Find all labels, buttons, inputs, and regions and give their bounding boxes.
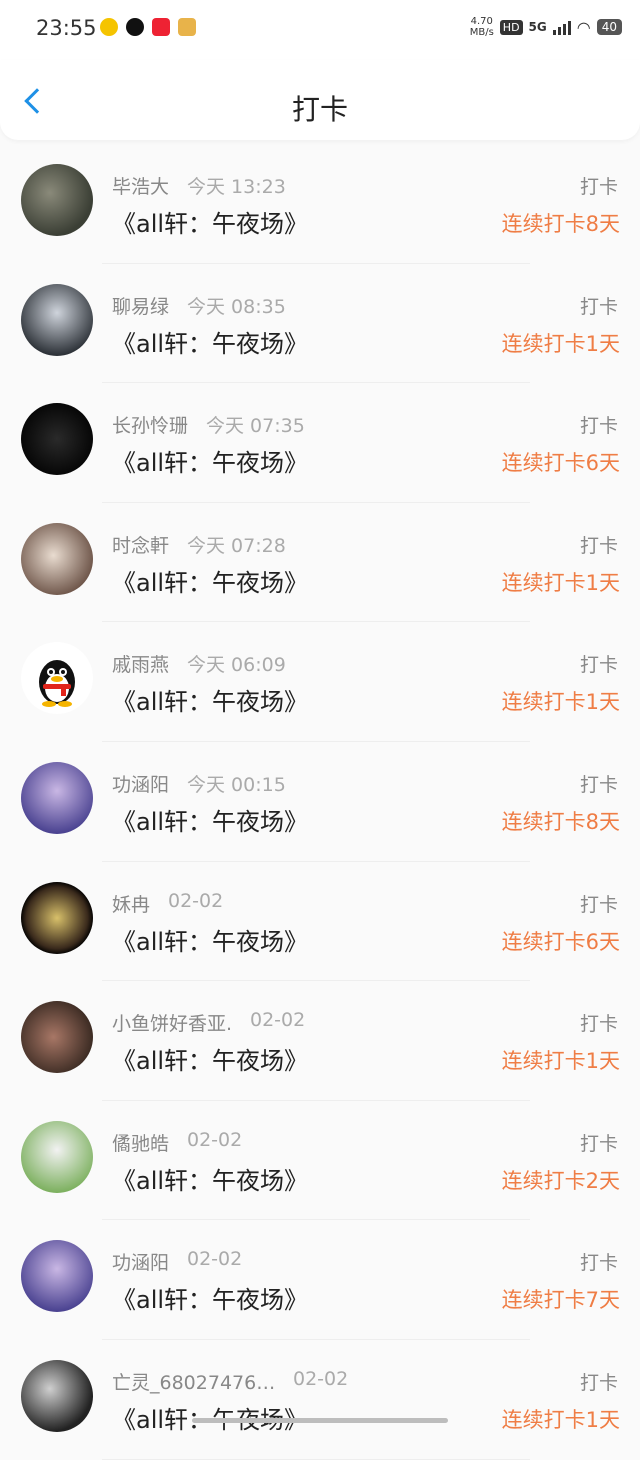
user-name: 功涵阳 (112, 773, 170, 796)
streak-count: 连续打卡1天 (501, 1049, 620, 1074)
qq-notification-icon (126, 18, 144, 36)
streak-count: 连续打卡8天 (501, 212, 620, 236)
book-title: 《all轩：午夜场》 (112, 210, 309, 238)
checkin-label: 打卡 (579, 773, 618, 796)
notification-icons (100, 18, 196, 36)
app-notification-icon (152, 18, 170, 36)
avatar[interactable] (21, 1240, 93, 1313)
user-name: 小鱼饼好香亚. (112, 1013, 233, 1036)
user-name: 时念軒 (112, 534, 170, 557)
checkin-time: 今天 07:35 (206, 415, 305, 438)
checkin-time: 今天 13:23 (187, 176, 286, 198)
list-item[interactable]: 功涵阳 02-02 《all轩：午夜场》 打卡连续打卡7天 (0, 1220, 640, 1340)
user-name: 毕浩大 (112, 176, 170, 198)
streak-count: 连续打卡8天 (501, 809, 620, 834)
user-name: 僪驰皓 (112, 1132, 170, 1155)
list-item[interactable]: 聊易绿 今天 08:35 《all轩：午夜场》 打卡连续打卡1天 (0, 264, 640, 384)
list-item[interactable]: 长孙怜珊 今天 07:35 《all轩：午夜场》 打卡连续打卡6天 (0, 383, 640, 503)
qq-penguin-icon (39, 660, 75, 708)
streak-count: 连续打卡7天 (501, 1288, 620, 1313)
system-indicators: 4.70 MB/s HD 5G ◠ 40 (470, 16, 622, 38)
checkin-label: 打卡 (579, 415, 618, 438)
checkin-label: 打卡 (579, 893, 618, 916)
streak-count: 连续打卡1天 (501, 690, 620, 715)
checkin-label: 打卡 (579, 176, 618, 198)
list-item[interactable]: 功涵阳 今天 00:15 《all轩：午夜场》 打卡连续打卡8天 (0, 742, 640, 862)
avatar[interactable] (21, 1120, 93, 1193)
checkin-label: 打卡 (579, 1132, 618, 1155)
checkin-time: 今天 07:28 (187, 534, 286, 557)
checkin-time: 今天 08:35 (187, 295, 286, 318)
avatar[interactable] (21, 164, 93, 236)
book-title: 《all轩：午夜场》 (112, 1166, 309, 1195)
book-title: 《all轩：午夜场》 (112, 1286, 309, 1315)
streak-count: 连续打卡6天 (501, 451, 620, 476)
book-title: 《all轩：午夜场》 (112, 1047, 309, 1076)
streak-count: 连续打卡1天 (501, 1407, 620, 1432)
avatar[interactable] (21, 1001, 93, 1074)
streak-count: 连续打卡1天 (501, 331, 620, 356)
streak-count: 连续打卡1天 (501, 570, 620, 595)
avatar[interactable] (21, 642, 93, 715)
user-name: 长孙怜珊 (112, 415, 189, 438)
book-title: 《all轩：午夜场》 (112, 807, 309, 836)
checkin-time: 02-02 (293, 1367, 349, 1390)
checkin-time: 02-02 (250, 1009, 306, 1032)
list-item[interactable]: 姀冉 02-02 《all轩：午夜场》 打卡连续打卡6天 (0, 862, 640, 982)
checkin-label: 打卡 (579, 1371, 618, 1394)
status-time: 23:55 (36, 16, 97, 40)
avatar[interactable] (21, 1359, 93, 1432)
list-item[interactable]: 僪驰皓 02-02 《all轩：午夜场》 打卡连续打卡2天 (0, 1101, 640, 1221)
hd-badge: HD (499, 19, 523, 35)
wifi-icon: ◠ (576, 17, 591, 37)
list-item[interactable]: 时念軒 今天 07:28 《all轩：午夜场》 打卡连续打卡1天 (0, 503, 640, 623)
avatar[interactable] (21, 403, 93, 476)
book-title: 《all轩：午夜场》 (112, 568, 309, 597)
network-speed: 4.70 MB/s (469, 16, 494, 38)
battery-indicator: 40 (596, 19, 622, 35)
book-title: 《all轩：午夜场》 (112, 688, 309, 717)
user-name: 亡灵_68027476… (112, 1371, 276, 1394)
list-item[interactable]: 亡灵_68027476… 02-02 《all轩：午夜场》 打卡 连续打卡1天 (0, 1340, 640, 1460)
status-bar: 23:55 4.70 MB/s HD 5G ◠ 40 (0, 0, 640, 60)
checkin-time: 02-02 (187, 1248, 243, 1271)
network-type: 5G (528, 20, 547, 34)
streak-count: 连续打卡2天 (501, 1168, 620, 1193)
checkin-label: 打卡 (579, 534, 618, 557)
checkin-time: 今天 00:15 (187, 773, 286, 796)
avatar[interactable] (21, 522, 93, 595)
avatar[interactable] (21, 283, 93, 356)
book-title: 《all轩：午夜场》 (112, 927, 309, 956)
checkin-time: 02-02 (187, 1128, 243, 1151)
checkin-label: 打卡 (579, 654, 618, 677)
signal-icon (552, 19, 571, 35)
checkin-label: 打卡 (579, 1013, 618, 1036)
streak-count: 连续打卡6天 (501, 929, 620, 954)
app-header: 打卡 (0, 60, 640, 140)
user-name: 姀冉 (112, 893, 151, 916)
book-title: 《all轩：午夜场》 (112, 449, 309, 478)
avatar[interactable] (21, 761, 93, 834)
book-title: 《all轩：午夜场》 (112, 329, 309, 358)
checkin-time: 今天 06:09 (187, 654, 286, 677)
user-name: 戚雨燕 (112, 654, 170, 677)
checkin-list: 毕浩大 今天 13:23 《all轩：午夜场》 打卡 连续打卡8天 聊易绿 今天 08:35… (0, 144, 640, 1460)
app-notification-icon (178, 18, 196, 36)
app-notification-icon (100, 18, 118, 36)
avatar[interactable] (21, 881, 93, 954)
checkin-label: 打卡 (579, 1252, 618, 1275)
list-item[interactable]: 小鱼饼好香亚. 02-02 《all轩：午夜场》 打卡连续打卡1天 (0, 981, 640, 1101)
user-name: 功涵阳 (112, 1252, 170, 1275)
checkin-label: 打卡 (579, 295, 618, 318)
checkin-time: 02-02 (168, 889, 224, 912)
user-name: 聊易绿 (112, 295, 170, 318)
divider (102, 1458, 530, 1460)
list-item[interactable]: 戚雨燕 今天 06:09 《all轩：午夜场》 打卡连续打卡1天 (0, 622, 640, 742)
list-item[interactable]: 毕浩大 今天 13:23 《all轩：午夜场》 打卡连续打卡8天 (0, 144, 640, 264)
page-title: 打卡 (291, 93, 348, 126)
home-indicator (192, 1418, 448, 1423)
